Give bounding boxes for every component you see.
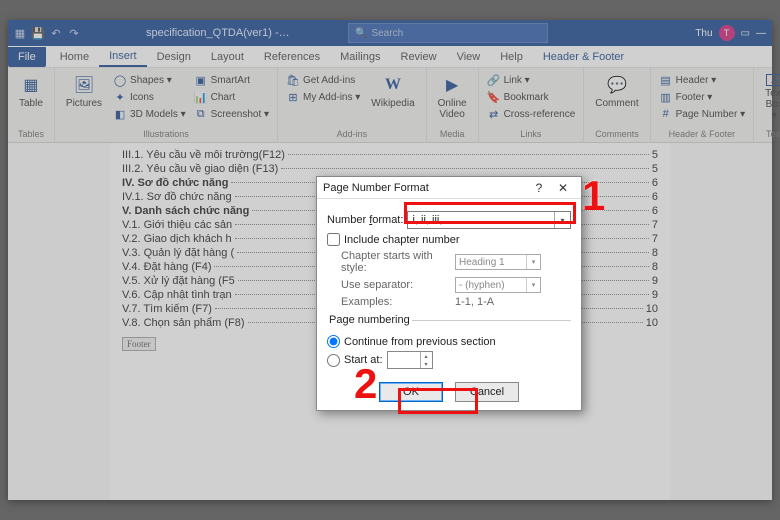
my-addins-button[interactable]: ⊞My Add-ins ▾ [284, 89, 362, 105]
ok-button[interactable]: OK [379, 382, 443, 402]
3dmodels-button[interactable]: ◧3D Models ▾ [111, 106, 188, 122]
dialog-title: Page Number Format [323, 182, 429, 194]
save-icon[interactable]: 💾 [30, 25, 46, 41]
chart-icon: 📊 [194, 90, 208, 104]
tab-review[interactable]: Review [391, 48, 447, 66]
header-button[interactable]: ▤Header ▾ [657, 72, 748, 88]
tab-mailings[interactable]: Mailings [330, 48, 390, 66]
user-name: Thu [695, 28, 712, 39]
get-addins-button[interactable]: 🛍Get Add-ins [284, 72, 362, 88]
chapter-style-combo: Heading 1▾ [455, 254, 541, 270]
shapes-button[interactable]: ◯Shapes ▾ [111, 72, 188, 88]
wikipedia-button[interactable]: WWikipedia [366, 72, 419, 111]
chapter-style-label: Chapter starts with style: [341, 250, 451, 274]
title-bar: ▦ 💾 ↶ ↷ specification_QTDA(ver1) -… 🔍 Se… [8, 20, 772, 46]
avatar[interactable]: T [719, 25, 735, 41]
tab-insert[interactable]: Insert [99, 47, 147, 67]
screenshot-button[interactable]: ⧉Screenshot ▾ [192, 106, 271, 122]
close-icon[interactable]: ✕ [551, 181, 575, 195]
tab-view[interactable]: View [447, 48, 491, 66]
header-icon: ▤ [659, 73, 673, 87]
textbox-icon: A [766, 74, 780, 86]
shapes-icon: ◯ [113, 73, 127, 87]
store-icon: 🛍 [286, 73, 300, 87]
include-chapter-checkbox[interactable] [327, 233, 340, 246]
start-at-spinner[interactable]: ▴▾ [387, 351, 433, 369]
pictures-button[interactable]: 🖼Pictures [61, 72, 107, 111]
icons-button[interactable]: ✦Icons [111, 89, 188, 105]
ribbon: ▦Table Tables 🖼Pictures ◯Shapes ▾ ✦Icons… [8, 68, 772, 143]
continue-label: Continue from previous section [344, 336, 496, 348]
quick-access-toolbar: ▦ 💾 ↶ ↷ [8, 25, 86, 41]
addin-icon: ⊞ [286, 90, 300, 104]
footer-tag: Footer [122, 337, 156, 351]
table-icon: ▦ [20, 74, 42, 96]
pagenum-icon: # [659, 107, 673, 121]
video-icon: ▶ [441, 74, 463, 96]
chart-button[interactable]: 📊Chart [192, 89, 271, 105]
word-icon: ▦ [12, 25, 28, 41]
tab-help[interactable]: Help [490, 48, 533, 66]
page-numbering-legend: Page numbering [327, 314, 412, 326]
smartart-button[interactable]: ▣SmartArt [192, 72, 271, 88]
page-number-format-dialog: Page Number Format ? ✕ Number format: i,… [316, 176, 582, 411]
toc-line: III.1. Yêu cầu về môi trường(F12)5 [122, 149, 658, 161]
tab-header-footer[interactable]: Header & Footer [533, 48, 634, 66]
chevron-down-icon: ▾ [554, 212, 570, 228]
redo-icon[interactable]: ↷ [66, 25, 82, 41]
cube-icon: ◧ [113, 107, 127, 121]
footer-icon: ▥ [659, 90, 673, 104]
textbox-button[interactable]: AText Box ▾ [760, 72, 780, 123]
separator-label: Use separator: [341, 279, 451, 291]
footer-button[interactable]: ▥Footer ▾ [657, 89, 748, 105]
icons-icon: ✦ [113, 90, 127, 104]
search-box[interactable]: 🔍 Search [348, 23, 548, 43]
tab-home[interactable]: Home [50, 48, 99, 66]
link-button[interactable]: 🔗Link ▾ [485, 72, 578, 88]
tab-design[interactable]: Design [147, 48, 201, 66]
xref-icon: ⇄ [487, 107, 501, 121]
comment-icon: 💬 [606, 74, 628, 96]
tab-layout[interactable]: Layout [201, 48, 254, 66]
start-at-radio[interactable] [327, 354, 340, 367]
toc-line: III.2. Yêu cầu về giao diện (F13)5 [122, 163, 658, 175]
bookmark-button[interactable]: 🔖Bookmark [485, 89, 578, 105]
minimize-icon[interactable]: — [756, 28, 766, 39]
document-name: specification_QTDA(ver1) -… [146, 27, 290, 39]
online-video-button[interactable]: ▶Online Video [433, 72, 472, 122]
examples-label: Examples: [341, 296, 451, 308]
bookmark-icon: 🔖 [487, 90, 501, 104]
screenshot-icon: ⧉ [194, 107, 208, 121]
continue-radio[interactable] [327, 335, 340, 348]
undo-icon[interactable]: ↶ [48, 25, 64, 41]
link-icon: 🔗 [487, 73, 501, 87]
smartart-icon: ▣ [194, 73, 208, 87]
tab-file[interactable]: File [8, 47, 46, 67]
tab-references[interactable]: References [254, 48, 330, 66]
number-format-label: Number format: [327, 214, 403, 226]
comment-button[interactable]: 💬Comment [590, 72, 643, 111]
cross-reference-button[interactable]: ⇄Cross-reference [485, 106, 578, 122]
examples-value: 1-1, 1-A [455, 296, 494, 308]
pictures-icon: 🖼 [73, 74, 95, 96]
table-button[interactable]: ▦Table [14, 72, 48, 111]
number-format-combo[interactable]: i, ii, iii, … ▾ [407, 211, 571, 229]
help-icon[interactable]: ? [527, 181, 551, 195]
include-chapter-label: Include chapter number [344, 234, 460, 246]
search-icon: 🔍 [355, 28, 367, 39]
start-at-label: Start at: [344, 354, 383, 366]
page-number-button[interactable]: #Page Number ▾ [657, 106, 748, 122]
ribbon-tabs: File Home Insert Design Layout Reference… [8, 46, 772, 68]
ribbon-options-icon[interactable]: ▭ [741, 28, 750, 39]
separator-combo: - (hyphen)▾ [455, 277, 541, 293]
wikipedia-icon: W [382, 74, 404, 96]
cancel-button[interactable]: Cancel [455, 382, 519, 402]
